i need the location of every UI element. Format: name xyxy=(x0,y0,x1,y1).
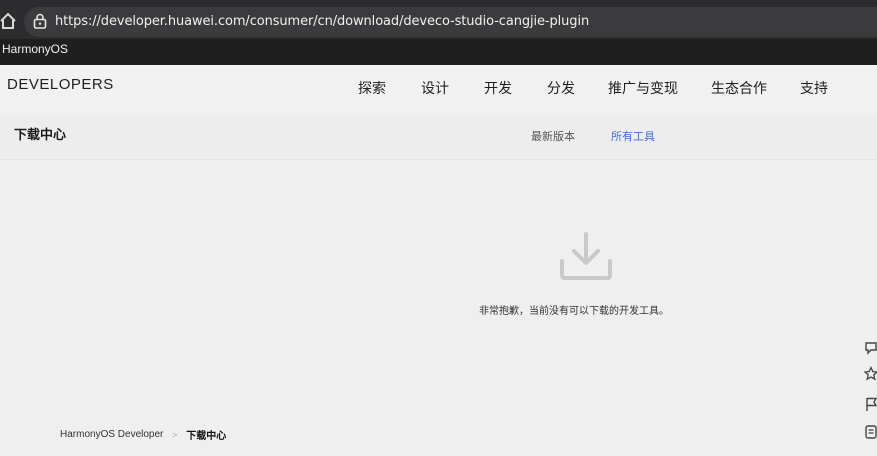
breadcrumb: HarmonyOS Developer > 下载中心 xyxy=(60,427,226,442)
nav-item-develop[interactable]: 开发 xyxy=(484,78,512,98)
flag-icon[interactable] xyxy=(864,396,877,412)
browser-tab-strip: HarmonyOS xyxy=(0,39,877,65)
download-center-subheader: 下载中心 最新版本 所有工具 xyxy=(0,113,877,160)
address-bar[interactable]: https://developer.huawei.com/consumer/cn… xyxy=(24,7,877,37)
nav-item-support[interactable]: 支持 xyxy=(800,78,828,98)
page-title: 下载中心 xyxy=(14,128,67,143)
site-header: DEVELOPERS 探索 设计 开发 分发 推广与变现 生态合作 支持 xyxy=(0,65,877,113)
feedback-icon[interactable] xyxy=(864,340,877,356)
nav-item-promote[interactable]: 推广与变现 xyxy=(608,78,678,98)
note-icon[interactable] xyxy=(864,424,877,440)
url-text[interactable]: https://developer.huawei.com/consumer/cn… xyxy=(55,14,589,29)
home-icon[interactable] xyxy=(0,12,16,30)
breadcrumb-home-link[interactable]: HarmonyOS Developer xyxy=(60,429,163,440)
browser-tab-label[interactable]: HarmonyOS xyxy=(2,42,68,56)
download-icon xyxy=(560,232,612,280)
empty-state: 非常抱歉，当前没有可以下载的开发工具。 xyxy=(0,160,877,420)
lock-icon xyxy=(33,13,47,29)
star-icon[interactable] xyxy=(864,366,877,382)
breadcrumb-separator: > xyxy=(172,429,178,440)
side-toolbar xyxy=(862,336,877,446)
nav-item-explore[interactable]: 探索 xyxy=(358,78,386,98)
nav-item-ecosystem[interactable]: 生态合作 xyxy=(711,78,767,98)
browser-toolbar: https://developer.huawei.com/consumer/cn… xyxy=(0,0,877,44)
breadcrumb-current: 下载中心 xyxy=(186,431,227,442)
empty-message: 非常抱歉，当前没有可以下载的开发工具。 xyxy=(479,306,669,317)
nav-item-distribute[interactable]: 分发 xyxy=(547,78,575,98)
nav-item-design[interactable]: 设计 xyxy=(421,78,449,98)
tab-all-tools[interactable]: 所有工具 xyxy=(611,128,655,144)
brand-logo[interactable]: DEVELOPERS xyxy=(7,76,114,93)
tab-latest-version[interactable]: 最新版本 xyxy=(531,128,575,144)
